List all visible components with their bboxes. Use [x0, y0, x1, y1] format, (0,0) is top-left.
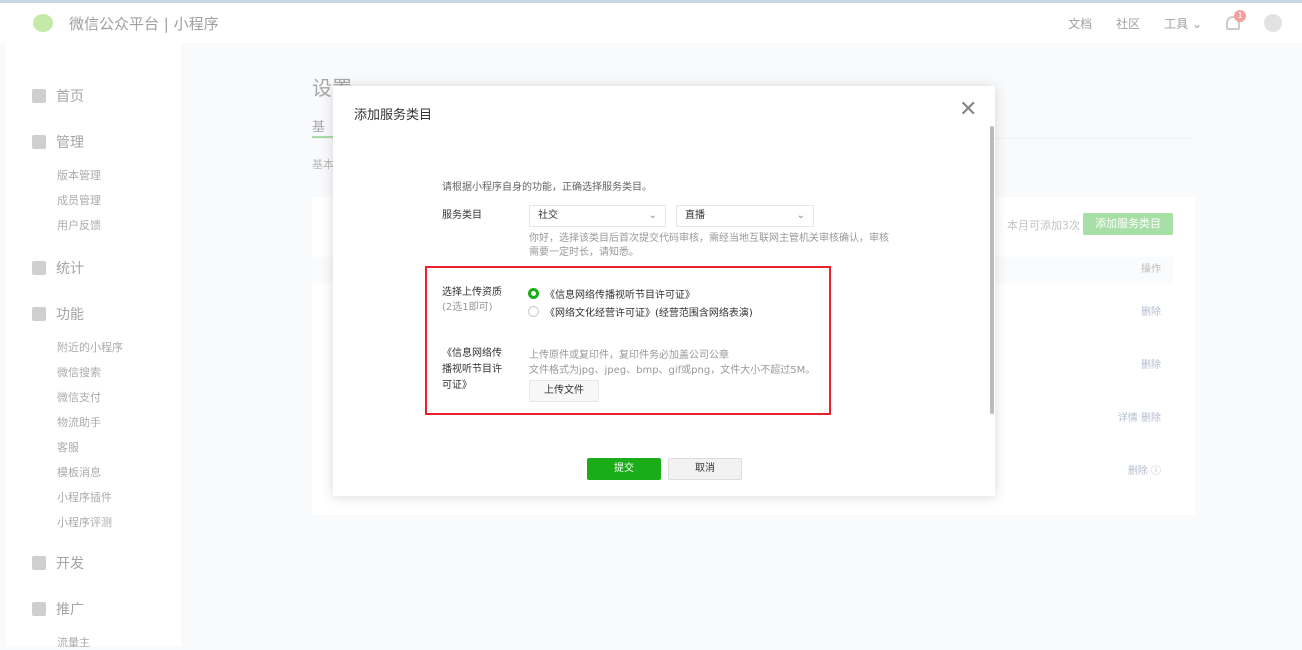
select-value: 直播 — [685, 210, 705, 221]
radio-unchecked-icon — [528, 306, 539, 317]
sidebar-item-manage[interactable]: 管理 — [32, 132, 84, 152]
sidebar-label: 首页 — [56, 89, 84, 105]
sidebar-item-members[interactable]: 成员管理 — [57, 192, 101, 208]
sidebar-item-logistics[interactable]: 物流助手 — [57, 414, 101, 430]
code-icon — [32, 556, 46, 570]
sidebar: 首页 管理 版本管理 成员管理 用户反馈 统计 功能 附近的小程序 微信搜索 微… — [6, 43, 181, 649]
radio-label: 《网络文化经营许可证》(经营范围含网络表演) — [545, 308, 753, 319]
sidebar-item-home[interactable]: 首页 — [32, 86, 84, 106]
chevron-down-icon: ⌄ — [796, 210, 805, 221]
sidebar-item-nearby[interactable]: 附近的小程序 — [57, 339, 123, 355]
qualification-label: 选择上传资质 — [442, 287, 502, 298]
nav-docs[interactable]: 文档 — [1068, 15, 1092, 32]
sidebar-item-templates[interactable]: 模板消息 — [57, 464, 101, 480]
sidebar-label: 推广 — [56, 602, 84, 618]
top-header: 微信公众平台 | 小程序 文档 社区 工具 ⌄ 1 — [0, 3, 1302, 43]
stats-icon — [32, 261, 46, 275]
sidebar-item-versions[interactable]: 版本管理 — [57, 167, 101, 183]
upload-file-button[interactable]: 上传文件 — [529, 380, 599, 402]
upload-label: 《信息网络传播视听节目许可证》 — [442, 348, 502, 391]
radio-option-culture-license[interactable]: 《网络文化经营许可证》(经营范围含网络表演) — [528, 304, 753, 319]
chevron-down-icon: ⌄ — [648, 210, 657, 221]
brand-title: 微信公众平台 | 小程序 — [69, 14, 219, 33]
radio-checked-icon — [528, 288, 539, 299]
sidebar-item-promote[interactable]: 推广 — [32, 599, 84, 619]
radio-option-av-license[interactable]: 《信息网络传播视听节目许可证》 — [528, 286, 695, 301]
sidebar-item-feedback[interactable]: 用户反馈 — [57, 217, 101, 233]
sidebar-label: 管理 — [56, 135, 84, 151]
sidebar-item-review[interactable]: 小程序评测 — [57, 514, 112, 530]
select-value: 社交 — [538, 210, 558, 221]
notification-badge: 1 — [1234, 10, 1246, 22]
add-category-button[interactable]: 添加服务类目 — [1083, 213, 1173, 235]
sidebar-item-service[interactable]: 客服 — [57, 439, 79, 455]
sidebar-label: 功能 — [56, 307, 84, 323]
sidebar-item-plugins[interactable]: 小程序插件 — [57, 489, 112, 505]
sidebar-item-features[interactable]: 功能 — [32, 304, 84, 324]
sidebar-label: 统计 — [56, 261, 84, 277]
grid-icon — [32, 307, 46, 321]
avatar[interactable] — [1264, 14, 1282, 32]
section-label: 基本 — [312, 158, 334, 171]
sidebar-item-dev[interactable]: 开发 — [32, 553, 84, 573]
sidebar-item-pay[interactable]: 微信支付 — [57, 389, 101, 405]
cancel-button[interactable]: 取消 — [668, 458, 742, 480]
add-category-dialog: 添加服务类目 ✕ 请根据小程序自身的功能，正确选择服务类目。 服务类目 社交 ⌄ … — [333, 86, 995, 496]
sidebar-item-search[interactable]: 微信搜索 — [57, 364, 101, 380]
megaphone-icon — [32, 602, 46, 616]
row-action[interactable]: 删除 — [1141, 303, 1161, 318]
dialog-title: 添加服务类目 — [354, 108, 433, 123]
close-icon[interactable]: ✕ — [959, 99, 977, 121]
upload-description: 上传原件或复印件，复印件务必加盖公司公章文件格式为jpg、jpeg、bmp、gi… — [529, 348, 815, 378]
intro-text: 请根据小程序自身的功能，正确选择服务类目。 — [442, 182, 652, 193]
upload-desc-line: 上传原件或复印件，复印件务必加盖公司公章 — [529, 350, 729, 361]
bell-icon[interactable]: 1 — [1226, 10, 1246, 30]
nav-community[interactable]: 社区 — [1116, 15, 1140, 32]
sidebar-label: 开发 — [56, 556, 84, 572]
manage-icon — [32, 135, 46, 149]
radio-label: 《信息网络传播视听节目许可证》 — [545, 290, 695, 301]
home-icon — [32, 89, 46, 103]
sidebar-item-stats[interactable]: 统计 — [32, 258, 84, 278]
submit-button[interactable]: 提交 — [587, 458, 661, 480]
logo-icon — [33, 14, 53, 32]
nav-tools[interactable]: 工具 ⌄ — [1164, 15, 1202, 32]
row-action[interactable]: 详情 删除 — [1118, 409, 1161, 424]
scrollbar[interactable] — [990, 126, 994, 414]
category-select-secondary[interactable]: 直播 ⌄ — [676, 205, 814, 227]
qualification-sub: (2选1即可) — [442, 302, 493, 313]
quota-text: 本月可添加3次 — [1007, 219, 1080, 232]
row-action[interactable]: 删除 ⓘ — [1128, 462, 1161, 477]
category-label: 服务类目 — [442, 210, 482, 221]
sidebar-item-traffic[interactable]: 流量主 — [57, 634, 90, 650]
row-action[interactable]: 删除 — [1141, 356, 1161, 371]
category-hint: 你好，选择该类目后首次提交代码审核，需经当地互联网主管机关审核确认，审核需要一定… — [529, 233, 889, 258]
upload-desc-line: 文件格式为jpg、jpeg、bmp、gif或png，文件大小不超过5M。 — [529, 365, 816, 376]
category-select-primary[interactable]: 社交 ⌄ — [529, 205, 666, 227]
